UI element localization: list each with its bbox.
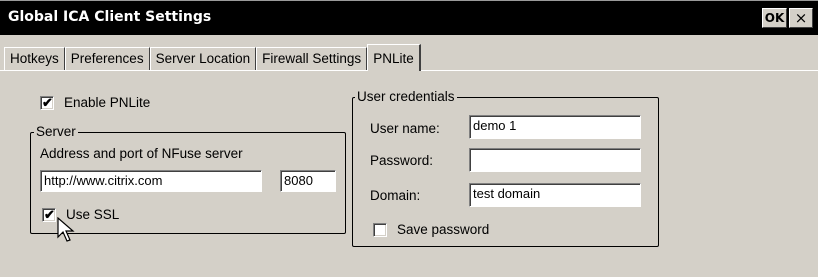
tab-firewall-settings[interactable]: Firewall Settings (256, 47, 368, 71)
username-label: User name: (370, 121, 440, 136)
enable-pnlite-checkbox[interactable]: ✔ (40, 95, 54, 110)
port-input[interactable]: 8080 (280, 170, 336, 192)
save-password-checkbox[interactable] (373, 223, 387, 237)
tab-preferences[interactable]: Preferences (64, 47, 150, 71)
use-ssl-checkbox[interactable]: ✔ (42, 207, 56, 222)
tab-pnlite[interactable]: PNLite (367, 44, 421, 71)
ok-button[interactable]: OK (762, 8, 787, 28)
mouse-cursor-icon (57, 217, 75, 242)
tab-server-location[interactable]: Server Location (149, 47, 257, 71)
title-bar: Global ICA Client Settings OK × (0, 0, 818, 35)
username-input[interactable]: demo 1 (469, 115, 641, 139)
window-title: Global ICA Client Settings (8, 9, 212, 25)
domain-label: Domain: (370, 188, 421, 203)
address-label: Address and port of NFuse server (40, 146, 243, 161)
close-button[interactable]: × (789, 8, 813, 28)
save-password-label: Save password (397, 222, 490, 237)
server-group-title: Server (34, 124, 78, 139)
checkmark-icon: ✔ (42, 95, 53, 110)
user-credentials-title: User credentials (355, 89, 457, 104)
password-label: Password: (370, 153, 434, 168)
tab-hotkeys[interactable]: Hotkeys (4, 47, 65, 71)
checkmark-icon: ✔ (44, 207, 55, 222)
tab-bar: Hotkeys Preferences Server Location Fire… (4, 44, 421, 71)
enable-pnlite-label: Enable PNLite (64, 95, 151, 110)
domain-input[interactable]: test domain (469, 183, 641, 207)
password-input[interactable] (469, 148, 641, 172)
address-input[interactable]: http://www.citrix.com (40, 170, 262, 192)
